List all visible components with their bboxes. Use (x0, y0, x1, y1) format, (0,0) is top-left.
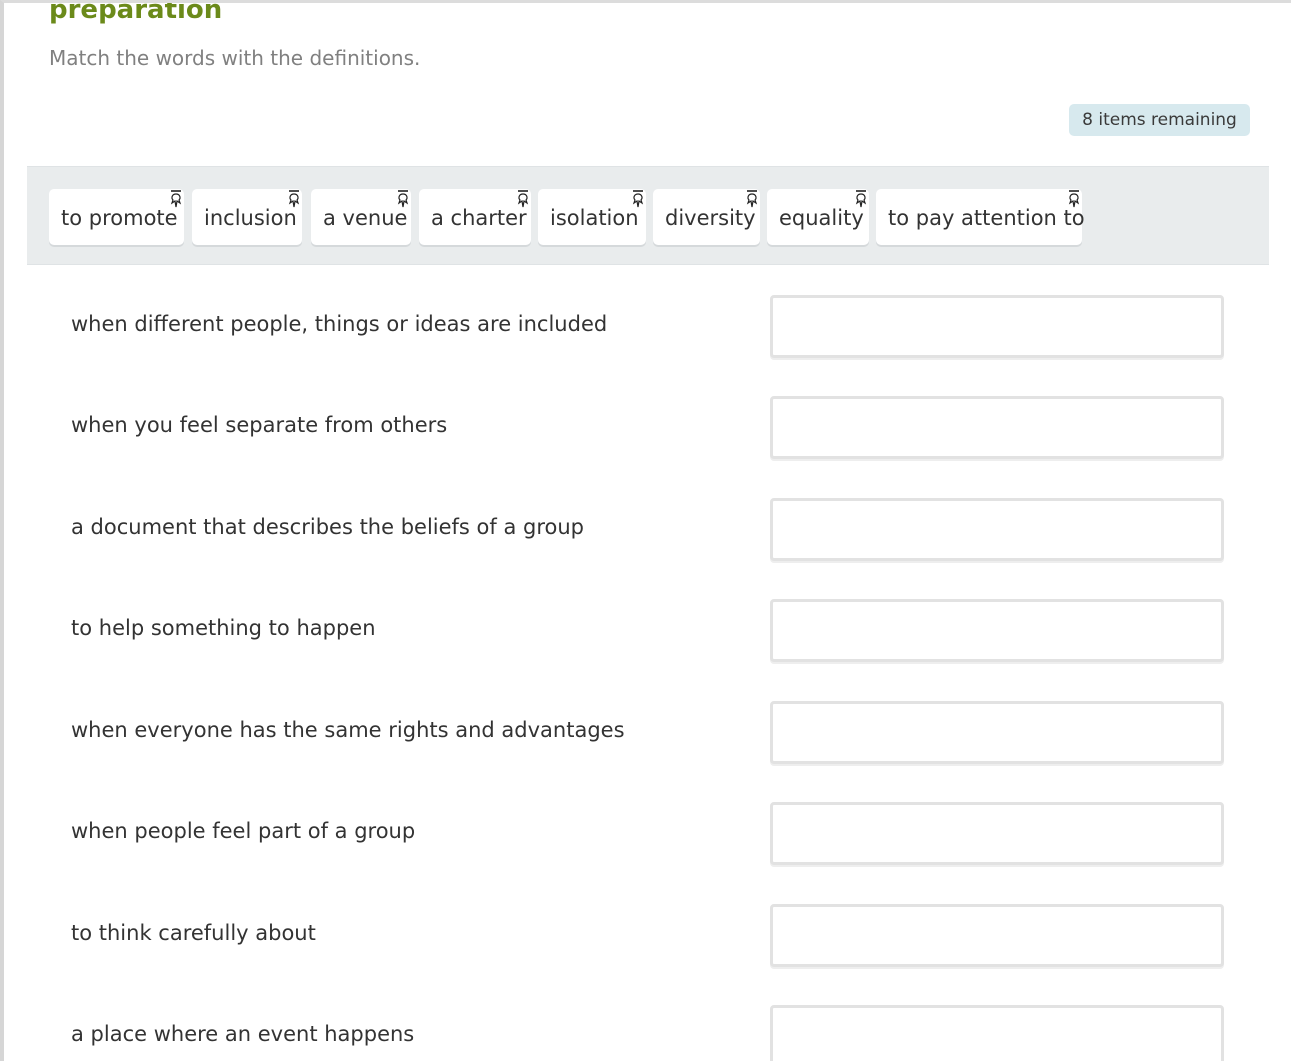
answer-drop-zone[interactable] (770, 295, 1224, 358)
drag-handle-icon[interactable] (630, 189, 646, 211)
answer-drop-zone[interactable] (770, 396, 1224, 459)
word-chip-equality[interactable]: equality (767, 189, 869, 245)
drag-handle-icon[interactable] (515, 189, 531, 211)
definition-label: when you feel separate from others (71, 413, 448, 437)
word-chip-a-charter[interactable]: a charter (419, 189, 531, 245)
definition-label: a document that describes the beliefs of… (71, 515, 585, 539)
definition-label: when people feel part of a group (71, 819, 416, 843)
answer-drop-zone[interactable] (770, 599, 1224, 662)
word-chip-label: isolation (550, 206, 639, 230)
drag-handle-icon[interactable] (853, 189, 869, 211)
word-chip-label: to pay attention to (888, 206, 1085, 230)
word-chip-a-venue[interactable]: a venue (311, 189, 411, 245)
word-chip-isolation[interactable]: isolation (538, 189, 646, 245)
answer-drop-zone[interactable] (770, 904, 1224, 967)
answer-drop-zone[interactable] (770, 701, 1224, 764)
definition-label: when different people, things or ideas a… (71, 312, 608, 336)
instruction-text: Match the words with the definitions. (49, 46, 421, 70)
definition-label: a place where an event happens (71, 1022, 415, 1046)
word-chip-inclusion[interactable]: inclusion (192, 189, 302, 245)
answer-drop-zone[interactable] (770, 1005, 1224, 1061)
word-chip-label: inclusion (204, 206, 297, 230)
definition-label: to think carefully about (71, 921, 316, 945)
activity-page: preparation Match the words with the def… (0, 0, 1291, 1061)
definition-label: when everyone has the same rights and ad… (71, 718, 625, 742)
word-chip-to-pay-attention-to[interactable]: to pay attention to (876, 189, 1085, 245)
word-chip-label: to promote (61, 206, 178, 230)
word-chip-label: a charter (431, 206, 527, 230)
word-chip-label: diversity (665, 206, 756, 230)
word-chip-diversity[interactable]: diversity (653, 189, 760, 245)
drag-handle-icon[interactable] (1066, 189, 1082, 211)
definition-label: to help something to happen (71, 616, 376, 640)
drag-handle-icon[interactable] (744, 189, 760, 211)
answer-drop-zone[interactable] (770, 498, 1224, 561)
drag-handle-icon[interactable] (286, 189, 302, 211)
word-chip-label: equality (779, 206, 864, 230)
drag-handle-icon[interactable] (168, 189, 184, 211)
drag-handle-icon[interactable] (395, 189, 411, 211)
items-remaining-badge: 8 items remaining (1069, 104, 1250, 136)
page-title: preparation (49, 0, 223, 25)
word-bank: to promote inclusion a venue a charter i… (27, 166, 1269, 265)
word-chip-to-promote[interactable]: to promote (49, 189, 184, 245)
answer-drop-zone[interactable] (770, 802, 1224, 865)
